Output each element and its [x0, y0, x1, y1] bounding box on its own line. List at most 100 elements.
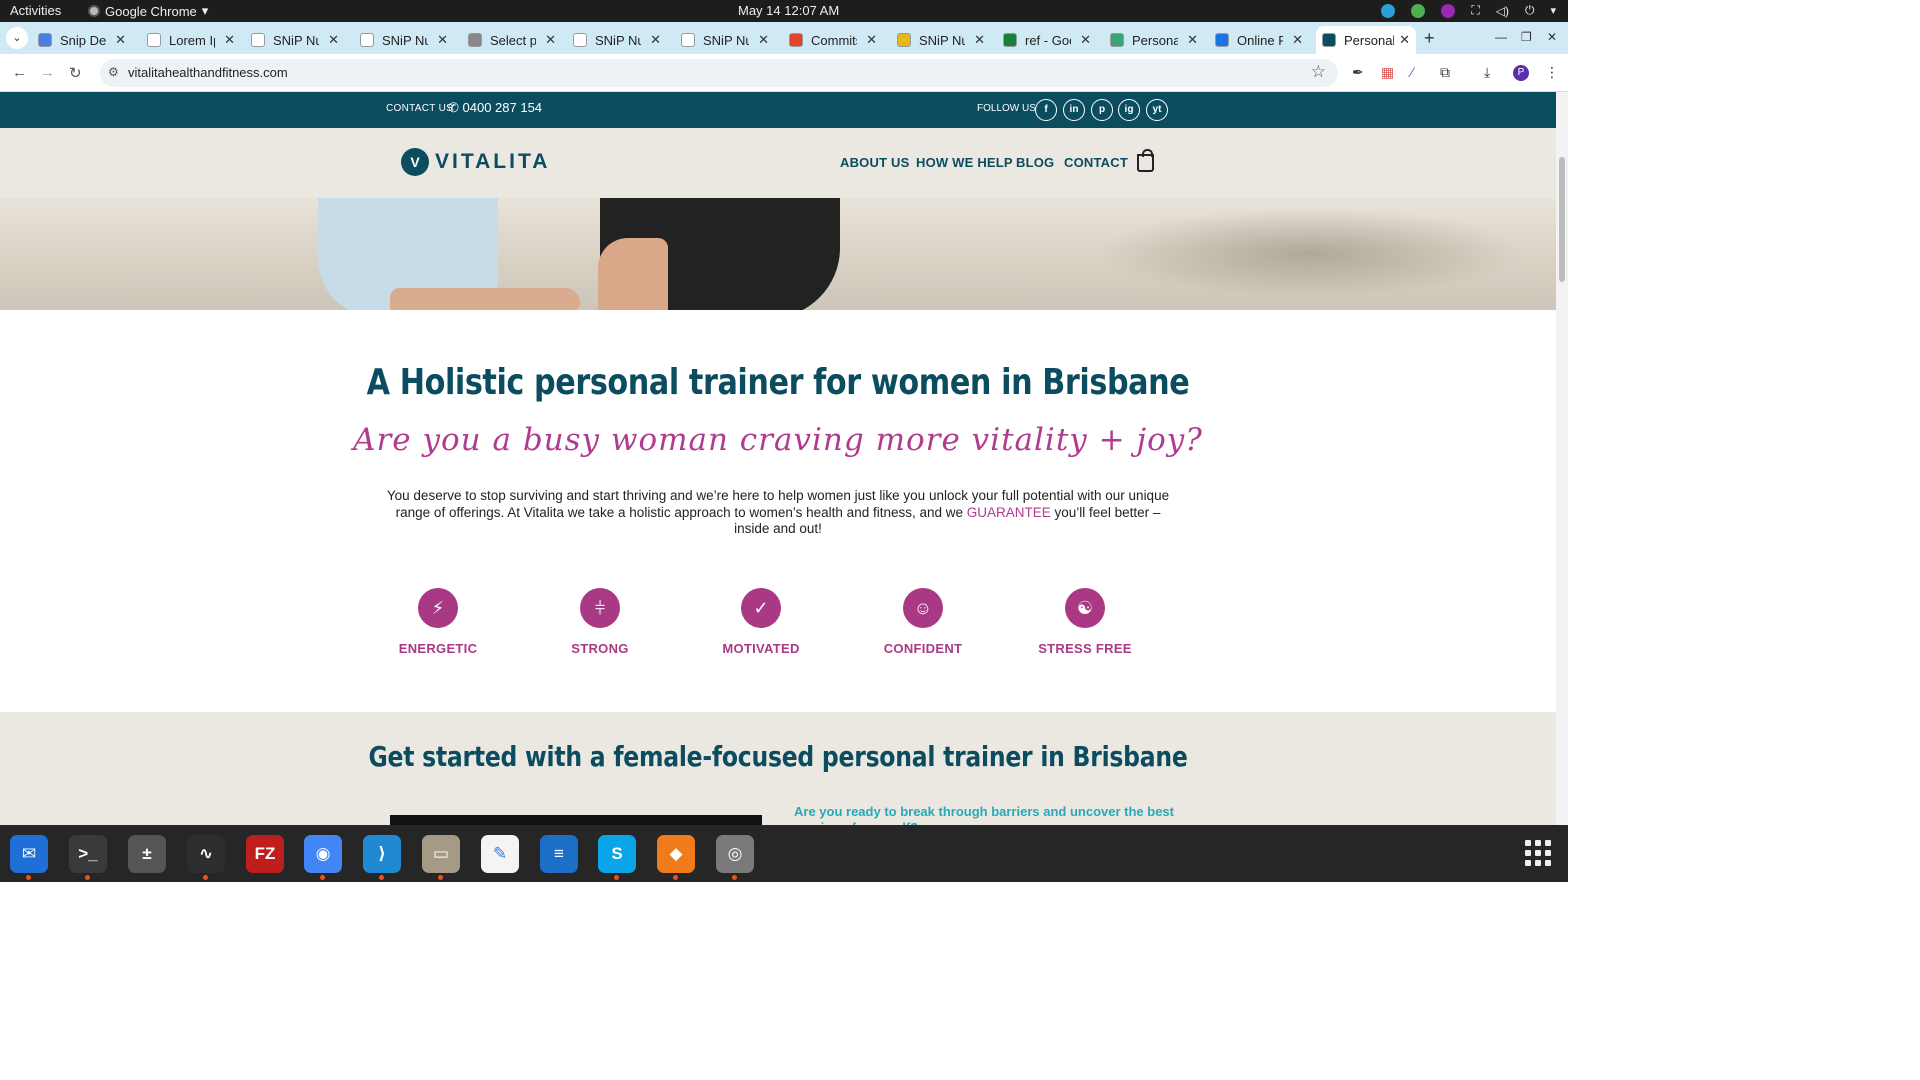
clock[interactable]: May 14 12:07 AM	[738, 3, 839, 18]
contact-bar: CONTACT US ✆ 0400 287 154 FOLLOW US f in…	[0, 92, 1556, 128]
shopping-bag-icon[interactable]	[1137, 149, 1154, 172]
video-player[interactable]	[390, 815, 762, 825]
writer-icon[interactable]: ≡	[540, 835, 578, 873]
text-editor-icon[interactable]: ✎	[481, 835, 519, 873]
app-menu[interactable]: Google Chrome ▾	[88, 3, 208, 19]
logo-icon[interactable]: V	[401, 148, 429, 176]
tab-close-icon[interactable]: ✕	[1399, 32, 1410, 48]
phone-link[interactable]: ✆ 0400 287 154	[448, 100, 542, 116]
tab-1[interactable]: Lorem Ip ✕	[141, 26, 241, 54]
activities-button[interactable]: Activities	[10, 3, 61, 18]
tab-search-button[interactable]: ⌄	[6, 27, 28, 49]
linkedin-icon[interactable]: in	[1063, 99, 1085, 121]
tab-close-icon[interactable]: ✕	[115, 32, 126, 48]
facebook-icon[interactable]: f	[1035, 99, 1057, 121]
close-window-icon[interactable]: ✕	[1547, 30, 1557, 44]
hero-image	[0, 198, 1556, 310]
tab-6[interactable]: SNiP Nu ✕	[675, 26, 775, 54]
reload-button[interactable]: ↻	[69, 64, 82, 82]
skype-icon[interactable]: S	[598, 835, 636, 873]
tab-4[interactable]: Select pr ✕	[462, 26, 562, 54]
tab-close-icon[interactable]: ✕	[224, 32, 235, 48]
snip-icon	[573, 33, 587, 47]
nav-how-we-help[interactable]: HOW WE HELP	[916, 155, 1013, 170]
tab-8[interactable]: SNiP Nu ✕	[891, 26, 991, 54]
calculator-icon[interactable]: ±	[128, 835, 166, 873]
shield-check-icon[interactable]	[1411, 3, 1426, 18]
tab-close-icon[interactable]: ✕	[758, 32, 769, 48]
scrollbar-thumb[interactable]	[1559, 157, 1565, 282]
tray-caret-icon[interactable]: ▾	[1550, 4, 1556, 17]
site-info-icon[interactable]: ⚙	[108, 65, 119, 79]
page-scrollbar[interactable]	[1556, 92, 1568, 825]
filezilla-icon[interactable]: FZ	[246, 835, 284, 873]
tab-0[interactable]: Snip Det ✕	[32, 26, 132, 54]
files-icon[interactable]: ▭	[422, 835, 460, 873]
app-orange-icon[interactable]: ◆	[657, 835, 695, 873]
logo-text[interactable]: VITALITA	[435, 150, 550, 174]
bookmark-star-icon[interactable]: ☆	[1311, 62, 1326, 82]
volume-icon[interactable]: ◁)	[1496, 4, 1509, 18]
forward-button[interactable]: →	[40, 64, 55, 81]
nav-contact[interactable]: CONTACT	[1064, 155, 1128, 170]
power-icon[interactable]: ⏻	[1525, 3, 1535, 18]
tab-7[interactable]: Commits ✕	[783, 26, 883, 54]
eyedropper-icon[interactable]: ✒	[1352, 64, 1364, 81]
profile-avatar[interactable]: P	[1513, 65, 1529, 81]
extensions-puzzle-icon[interactable]: ⧉	[1440, 64, 1450, 81]
tab-strip: ⌄ Snip Det✕Lorem Ip✕SNiP Nu✕SNiP Nu✕Sele…	[0, 22, 1568, 54]
new-tab-button[interactable]: +	[1424, 28, 1435, 49]
thunderbird-icon[interactable]: ✉	[10, 835, 48, 873]
yin-yang-icon: ☯	[1065, 588, 1105, 628]
system-monitor-icon[interactable]: ∿	[187, 835, 225, 873]
sheets-icon	[1003, 33, 1017, 47]
tab-10[interactable]: Personal ✕	[1104, 26, 1204, 54]
show-apps-icon[interactable]	[1525, 840, 1551, 866]
tab-close-icon[interactable]: ✕	[974, 32, 985, 48]
dumbbell-icon: ⫩	[580, 588, 620, 628]
tab-close-icon[interactable]: ✕	[650, 32, 661, 48]
guarantee-highlight: GUARANTEE	[966, 504, 1051, 520]
network-icon[interactable]: ⛶	[1471, 3, 1479, 18]
sync-icon[interactable]	[1381, 3, 1396, 18]
tab-close-icon[interactable]: ✕	[328, 32, 339, 48]
back-button[interactable]: ←	[12, 64, 27, 81]
terminal-icon[interactable]: >_	[69, 835, 107, 873]
url-text[interactable]: vitalitahealthandfitness.com	[128, 65, 288, 80]
app-menu-label: Google Chrome	[105, 3, 197, 19]
web-page: CONTACT US ✆ 0400 287 154 FOLLOW US f in…	[0, 92, 1556, 825]
app-indicator-icon[interactable]	[1441, 3, 1456, 18]
tab-close-icon[interactable]: ✕	[545, 32, 556, 48]
system-tray[interactable]: ⛶ ◁) ⏻ ▾	[1381, 3, 1556, 18]
running-indicator	[26, 875, 31, 880]
running-indicator	[85, 875, 90, 880]
tab-label: ref - Goo	[1025, 32, 1071, 48]
running-indicator	[732, 875, 737, 880]
minimize-icon[interactable]: —	[1495, 30, 1507, 44]
tab-close-icon[interactable]: ✕	[866, 32, 877, 48]
tab-11[interactable]: Online F ✕	[1209, 26, 1309, 54]
tab-3[interactable]: SNiP Nu ✕	[354, 26, 454, 54]
maximize-icon[interactable]: ❐	[1521, 30, 1532, 44]
tab-5[interactable]: SNiP Nu ✕	[567, 26, 667, 54]
tab-close-icon[interactable]: ✕	[1080, 32, 1091, 48]
downloads-icon[interactable]: ⤓	[1484, 64, 1490, 81]
pinterest-icon[interactable]: p	[1091, 99, 1113, 121]
nav-blog[interactable]: BLOG	[1016, 155, 1054, 170]
tab-2[interactable]: SNiP Nu ✕	[245, 26, 345, 54]
youtube-icon[interactable]: yt	[1146, 99, 1168, 121]
tab-close-icon[interactable]: ✕	[437, 32, 448, 48]
pen-extension-icon[interactable]: ⁄	[1411, 64, 1413, 80]
address-bar[interactable]: ⚙ vitalitahealthandfitness.com ☆	[100, 59, 1338, 87]
instagram-icon[interactable]: ig	[1118, 99, 1140, 121]
tab-close-icon[interactable]: ✕	[1292, 32, 1303, 48]
nav-about-us[interactable]: ABOUT US	[840, 155, 910, 170]
vscode-icon[interactable]: ⟩	[363, 835, 401, 873]
tab-close-icon[interactable]: ✕	[1187, 32, 1198, 48]
disk-icon[interactable]: ◎	[716, 835, 754, 873]
tab-12[interactable]: Personal ✕	[1316, 26, 1416, 54]
chrome-icon[interactable]: ◉	[304, 835, 342, 873]
calendar-extension-icon[interactable]: ▦	[1381, 64, 1394, 81]
kebab-menu-icon[interactable]: ⋮	[1545, 64, 1559, 81]
tab-9[interactable]: ref - Goo ✕	[997, 26, 1097, 54]
